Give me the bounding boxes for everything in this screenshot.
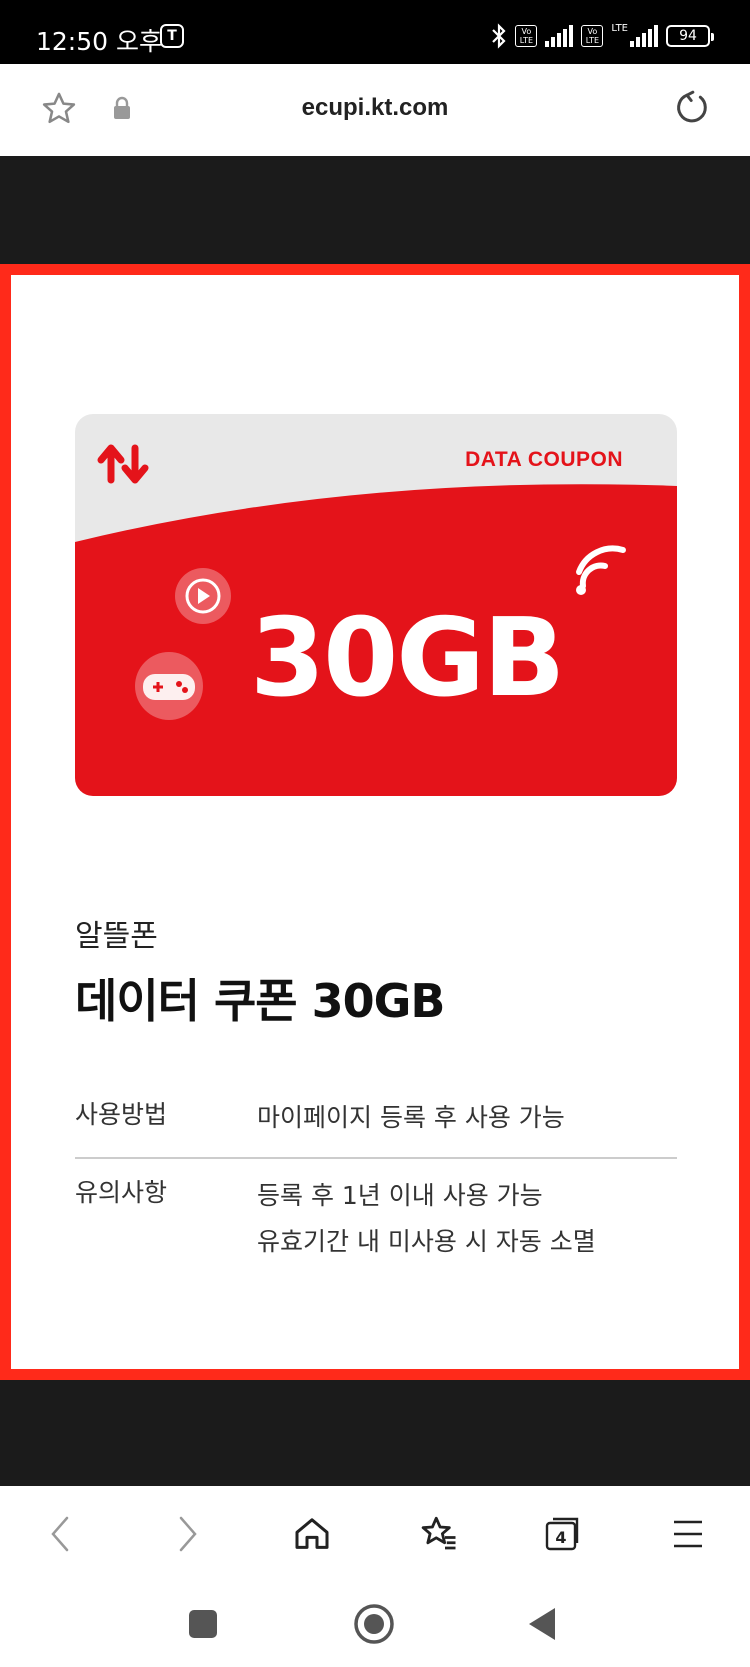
url-bar: ecupi.kt.com (0, 64, 750, 156)
forward-icon[interactable] (160, 1506, 216, 1562)
battery-icon: 94 (666, 25, 714, 47)
info-value-lines: 등록 후 1년 이내 사용 가능 유효기간 내 미사용 시 자동 소멸 (257, 1173, 596, 1265)
browser-nav-bar: 4 (0, 1486, 750, 1582)
t-app-icon: T (160, 24, 184, 48)
coupon-amount: 30GB (250, 596, 565, 721)
product-card: DATA COUPON 30GB 알뜰폰 데이터 쿠폰 30GB 사용방법 마이… (0, 264, 750, 1380)
status-bar: 12:50 오후 T Vo LTE Vo LTE LTE 94 (0, 0, 750, 64)
product-brand: 알뜰폰 (75, 919, 158, 954)
info-value-line: 등록 후 1년 이내 사용 가능 (257, 1181, 543, 1210)
info-divider (75, 1157, 677, 1159)
volte-icon: Vo LTE (515, 25, 538, 47)
transfer-arrows-icon (97, 444, 149, 484)
menu-icon[interactable] (660, 1506, 716, 1562)
home-icon[interactable] (284, 1506, 340, 1562)
volte-icon-2: Vo LTE (581, 25, 604, 47)
tabs-icon[interactable]: 4 (534, 1506, 590, 1562)
gamepad-icon (135, 652, 203, 720)
tabs-count: 4 (555, 1528, 566, 1547)
signal-icon (545, 25, 574, 47)
info-value-line: 유효기간 내 미사용 시 자동 소멸 (257, 1227, 596, 1256)
coupon-image: DATA COUPON 30GB (75, 414, 677, 796)
info-key: 유의사항 (75, 1178, 168, 1207)
recents-icon[interactable] (177, 1598, 229, 1650)
product-title: 데이터 쿠폰 30GB (75, 974, 445, 1028)
coupon-label: DATA COUPON (465, 448, 623, 471)
info-row-usage: 사용방법 마이페이지 등록 후 사용 가능 (75, 1100, 677, 1151)
url-text[interactable]: ecupi.kt.com (0, 94, 750, 122)
back-triangle-icon[interactable] (516, 1598, 568, 1650)
bookmarks-icon[interactable] (410, 1506, 466, 1562)
info-value: 마이페이지 등록 후 사용 가능 (257, 1103, 565, 1132)
status-icons: Vo LTE Vo LTE LTE 94 (491, 22, 714, 50)
system-nav-bar (0, 1582, 750, 1667)
reload-icon[interactable] (672, 88, 712, 128)
lte-label: LTE (611, 22, 628, 34)
info-row-notes: 유의사항 등록 후 1년 이내 사용 가능 유효기간 내 미사용 시 자동 소멸 (75, 1173, 677, 1273)
home-circle-icon[interactable] (348, 1598, 400, 1650)
back-icon[interactable] (32, 1506, 88, 1562)
bluetooth-icon (492, 23, 506, 49)
info-key: 사용방법 (75, 1100, 168, 1129)
status-time: 12:50 오후 (36, 27, 162, 56)
page-content: DATA COUPON 30GB 알뜰폰 데이터 쿠폰 30GB 사용방법 마이… (0, 156, 750, 1486)
signal-icon-2 (630, 25, 658, 47)
play-icon (175, 568, 231, 624)
